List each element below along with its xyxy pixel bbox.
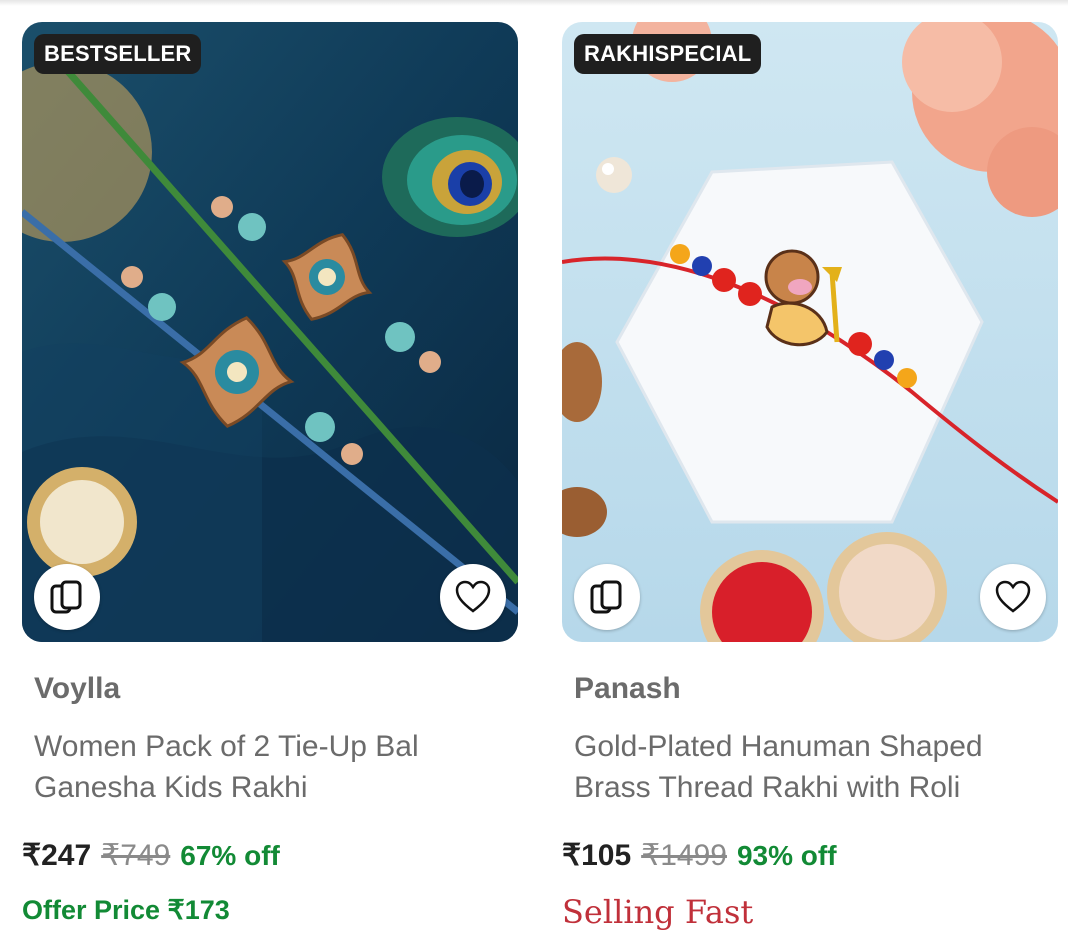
product-tag: BESTSELLER	[34, 34, 202, 74]
wishlist-button[interactable]	[980, 564, 1046, 630]
price-row: ₹247 ₹749 67% off	[22, 838, 518, 873]
mrp-price: ₹749	[101, 839, 171, 872]
brand-name: Panash	[574, 672, 681, 705]
product-image[interactable]: BESTSELLER	[22, 22, 518, 642]
price-row: ₹105 ₹1499 93% off	[562, 838, 1058, 873]
top-shadow	[0, 0, 1068, 6]
selling-price: ₹105	[562, 839, 632, 872]
product-card-panash[interactable]: RAKHISPECIAL Panash Gold-Plated Hanuman …	[562, 22, 1058, 931]
cards-icon	[50, 580, 82, 614]
discount-badge: 67% off	[180, 840, 280, 871]
product-card-voylla[interactable]: BESTSELLER Voylla Women Pack of 2 Tie-Up…	[22, 22, 518, 926]
cards-icon	[590, 580, 622, 614]
product-title[interactable]: Gold-Plated Hanuman Shaped Brass Thread …	[574, 726, 1044, 808]
discount-badge: 93% off	[736, 840, 837, 871]
product-image[interactable]: RAKHISPECIAL	[562, 22, 1058, 642]
product-tag: RAKHISPECIAL	[574, 34, 762, 74]
product-title[interactable]: Women Pack of 2 Tie-Up Bal Ganesha Kids …	[34, 726, 504, 808]
similar-products-button[interactable]	[34, 564, 100, 630]
selling-price: ₹247	[22, 839, 92, 872]
mrp-price: ₹1499	[641, 839, 727, 872]
similar-products-button[interactable]	[574, 564, 640, 630]
wishlist-button[interactable]	[440, 564, 506, 630]
offer-price: Offer Price ₹173	[22, 895, 230, 925]
rakhi-image-hanuman	[562, 22, 1058, 642]
brand-name: Voylla	[34, 672, 121, 705]
heart-icon	[995, 580, 1031, 613]
selling-fast-label: Selling Fast	[562, 893, 754, 931]
rakhi-image-blue	[22, 22, 518, 642]
heart-icon	[455, 580, 491, 613]
